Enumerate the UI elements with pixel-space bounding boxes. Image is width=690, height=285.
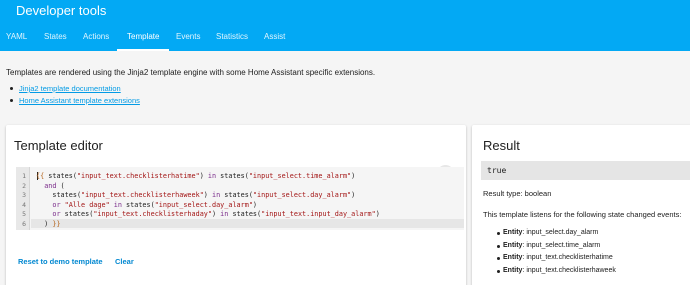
code-line: states("input_text.checklisterhaweek") i…: [52, 191, 356, 199]
code-editor[interactable]: 1 2 3 4 5 6 {{ states("input_text.checkl…: [16, 167, 464, 230]
code-line: or "Alle dage" in states("input_select.d…: [52, 200, 258, 209]
page-title: Developer tools: [16, 3, 107, 18]
list-item: Jinja2 template documentation: [10, 84, 140, 96]
app-header: Developer tools YAML States Actions Temp…: [0, 0, 690, 51]
line-number: 5: [22, 210, 26, 218]
line-number: 4: [22, 200, 26, 209]
tab-label: Statistics: [216, 32, 249, 41]
code-line: or states("input_text.checklisterhaday")…: [52, 210, 380, 218]
tab-label: Template: [127, 32, 160, 41]
list-item: Home Assistant template extensions: [10, 96, 140, 108]
tab-bar: YAML States Actions Template Events Stat…: [0, 30, 690, 51]
doc-links: Jinja2 template documentation Home Assis…: [10, 84, 140, 108]
list-item: Entity: input_text.checklisterhatime: [497, 254, 616, 267]
tab-actions[interactable]: Actions: [83, 30, 109, 51]
clear-button[interactable]: Clear: [115, 257, 134, 266]
list-item: Entity: input_select.time_alarm: [497, 241, 616, 255]
tab-template[interactable]: Template: [117, 30, 170, 51]
code-line: and (: [44, 181, 65, 190]
tab-label: YAML: [6, 32, 28, 41]
entity-id: input_select.time_alarm: [526, 241, 601, 249]
tab-statistics[interactable]: Statistics: [216, 30, 248, 51]
template-editor-title: Template editor: [14, 138, 103, 153]
tab-label: Actions: [83, 32, 110, 41]
entity-id: input_select.day_alarm: [526, 229, 599, 236]
result-card: Result true Result type: boolean This te…: [472, 125, 690, 285]
template-editor-card: Template editor 1 2 3 4 5 6 {{ states("i…: [6, 125, 466, 285]
listen-description: This template listens for the following …: [483, 210, 682, 219]
entity-id: input_text.checklisterhatime: [526, 254, 613, 261]
entity-label: Entity: [503, 241, 523, 249]
tab-label: Events: [176, 32, 201, 41]
entity-id: input_text.checklisterhaweek: [526, 266, 616, 274]
jinja2-docs-link[interactable]: Jinja2 template documentation: [19, 84, 121, 93]
result-type-text: Result type: boolean: [483, 189, 552, 198]
line-number: 1: [22, 172, 26, 180]
tab-states[interactable]: States: [44, 30, 67, 51]
line-number: 6: [22, 219, 26, 228]
code-line: {{ states("input_text.checklisterhatime"…: [36, 172, 356, 180]
entity-label: Entity: [503, 266, 523, 274]
tab-yaml[interactable]: YAML: [6, 30, 27, 51]
list-item: Entity: input_select.day_alarm: [497, 229, 616, 242]
result-value: true: [481, 161, 690, 180]
tab-label: States: [44, 32, 67, 41]
intro-text: Templates are rendered using the Jinja2 …: [6, 68, 376, 77]
code-line: ) }}: [36, 219, 61, 228]
line-number-gutter: 1 2 3 4 5 6: [16, 167, 30, 230]
list-item: Entity: input_text.checklisterhaweek: [497, 266, 616, 280]
tab-label: Assist: [264, 32, 286, 41]
entity-list: Entity: input_select.day_alarm Entity: i…: [497, 229, 616, 280]
line-number: 2: [22, 181, 26, 190]
ha-template-extensions-link[interactable]: Home Assistant template extensions: [19, 96, 140, 105]
line-number: 3: [22, 191, 26, 199]
reset-to-demo-template-button[interactable]: Reset to demo template: [18, 257, 103, 266]
tab-events[interactable]: Events: [176, 30, 200, 51]
entity-label: Entity: [503, 254, 523, 261]
active-tab-indicator: [117, 49, 170, 51]
entity-label: Entity: [503, 229, 523, 236]
tab-assist[interactable]: Assist: [264, 30, 285, 51]
result-title: Result: [483, 138, 520, 153]
active-line-highlight: [31, 219, 464, 228]
